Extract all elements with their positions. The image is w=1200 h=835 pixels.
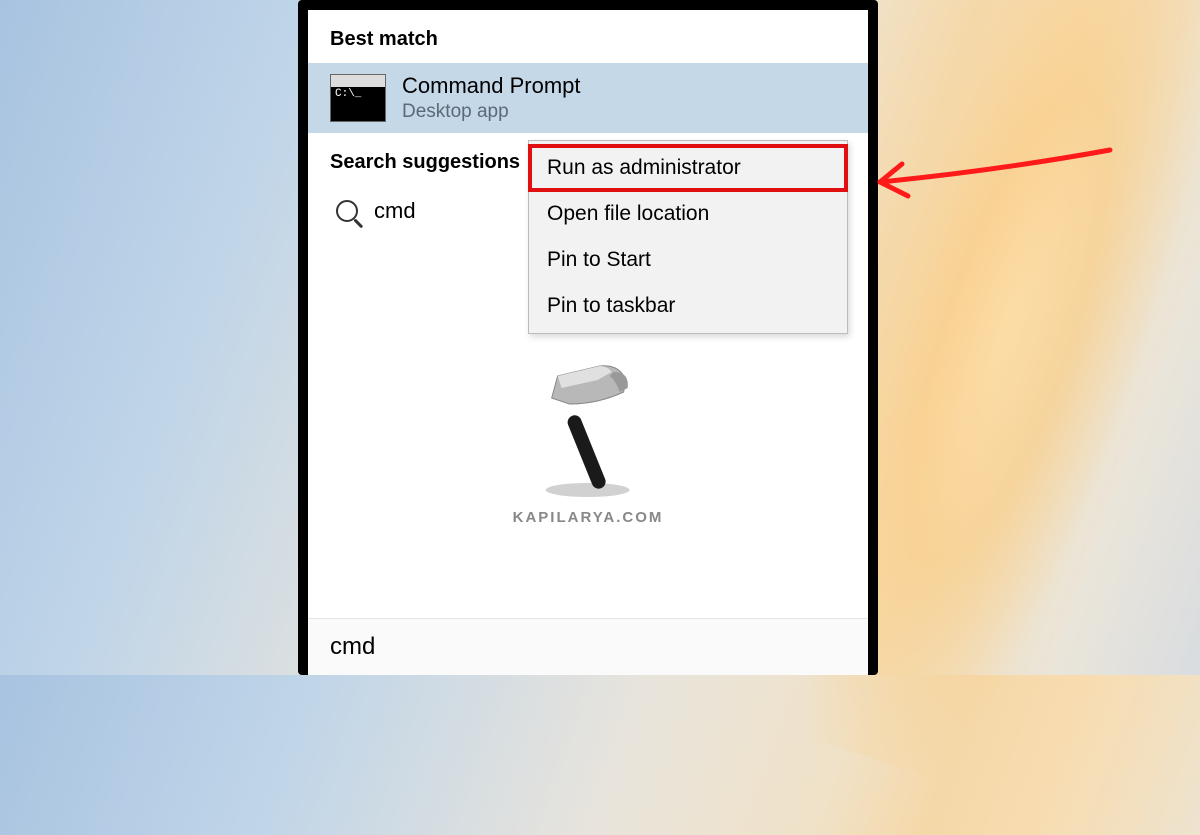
annotation-arrow	[860, 120, 1120, 230]
best-match-result[interactable]: C:\_ Command Prompt Desktop app	[308, 63, 868, 133]
panel-frame: Best match C:\_ Command Prompt Desktop a…	[298, 0, 878, 675]
search-input-value: cmd	[330, 633, 375, 660]
command-prompt-icon: C:\_	[330, 74, 386, 122]
menu-open-file-location[interactable]: Open file location	[529, 191, 847, 237]
hammer-icon	[528, 358, 648, 498]
suggestion-text: cmd	[374, 198, 416, 224]
menu-pin-to-start[interactable]: Pin to Start	[529, 237, 847, 283]
context-menu: Run as administrator Open file location …	[528, 140, 848, 334]
result-subtitle: Desktop app	[402, 101, 581, 123]
menu-run-as-administrator[interactable]: Run as administrator	[529, 145, 847, 191]
start-search-panel: Best match C:\_ Command Prompt Desktop a…	[308, 10, 868, 675]
watermark: KAPILARYA.COM	[513, 358, 664, 526]
result-title: Command Prompt	[402, 73, 581, 99]
best-match-header: Best match	[308, 10, 868, 63]
search-input-area[interactable]: cmd	[308, 618, 868, 675]
search-icon	[336, 200, 358, 222]
menu-pin-to-taskbar[interactable]: Pin to taskbar	[529, 283, 847, 329]
